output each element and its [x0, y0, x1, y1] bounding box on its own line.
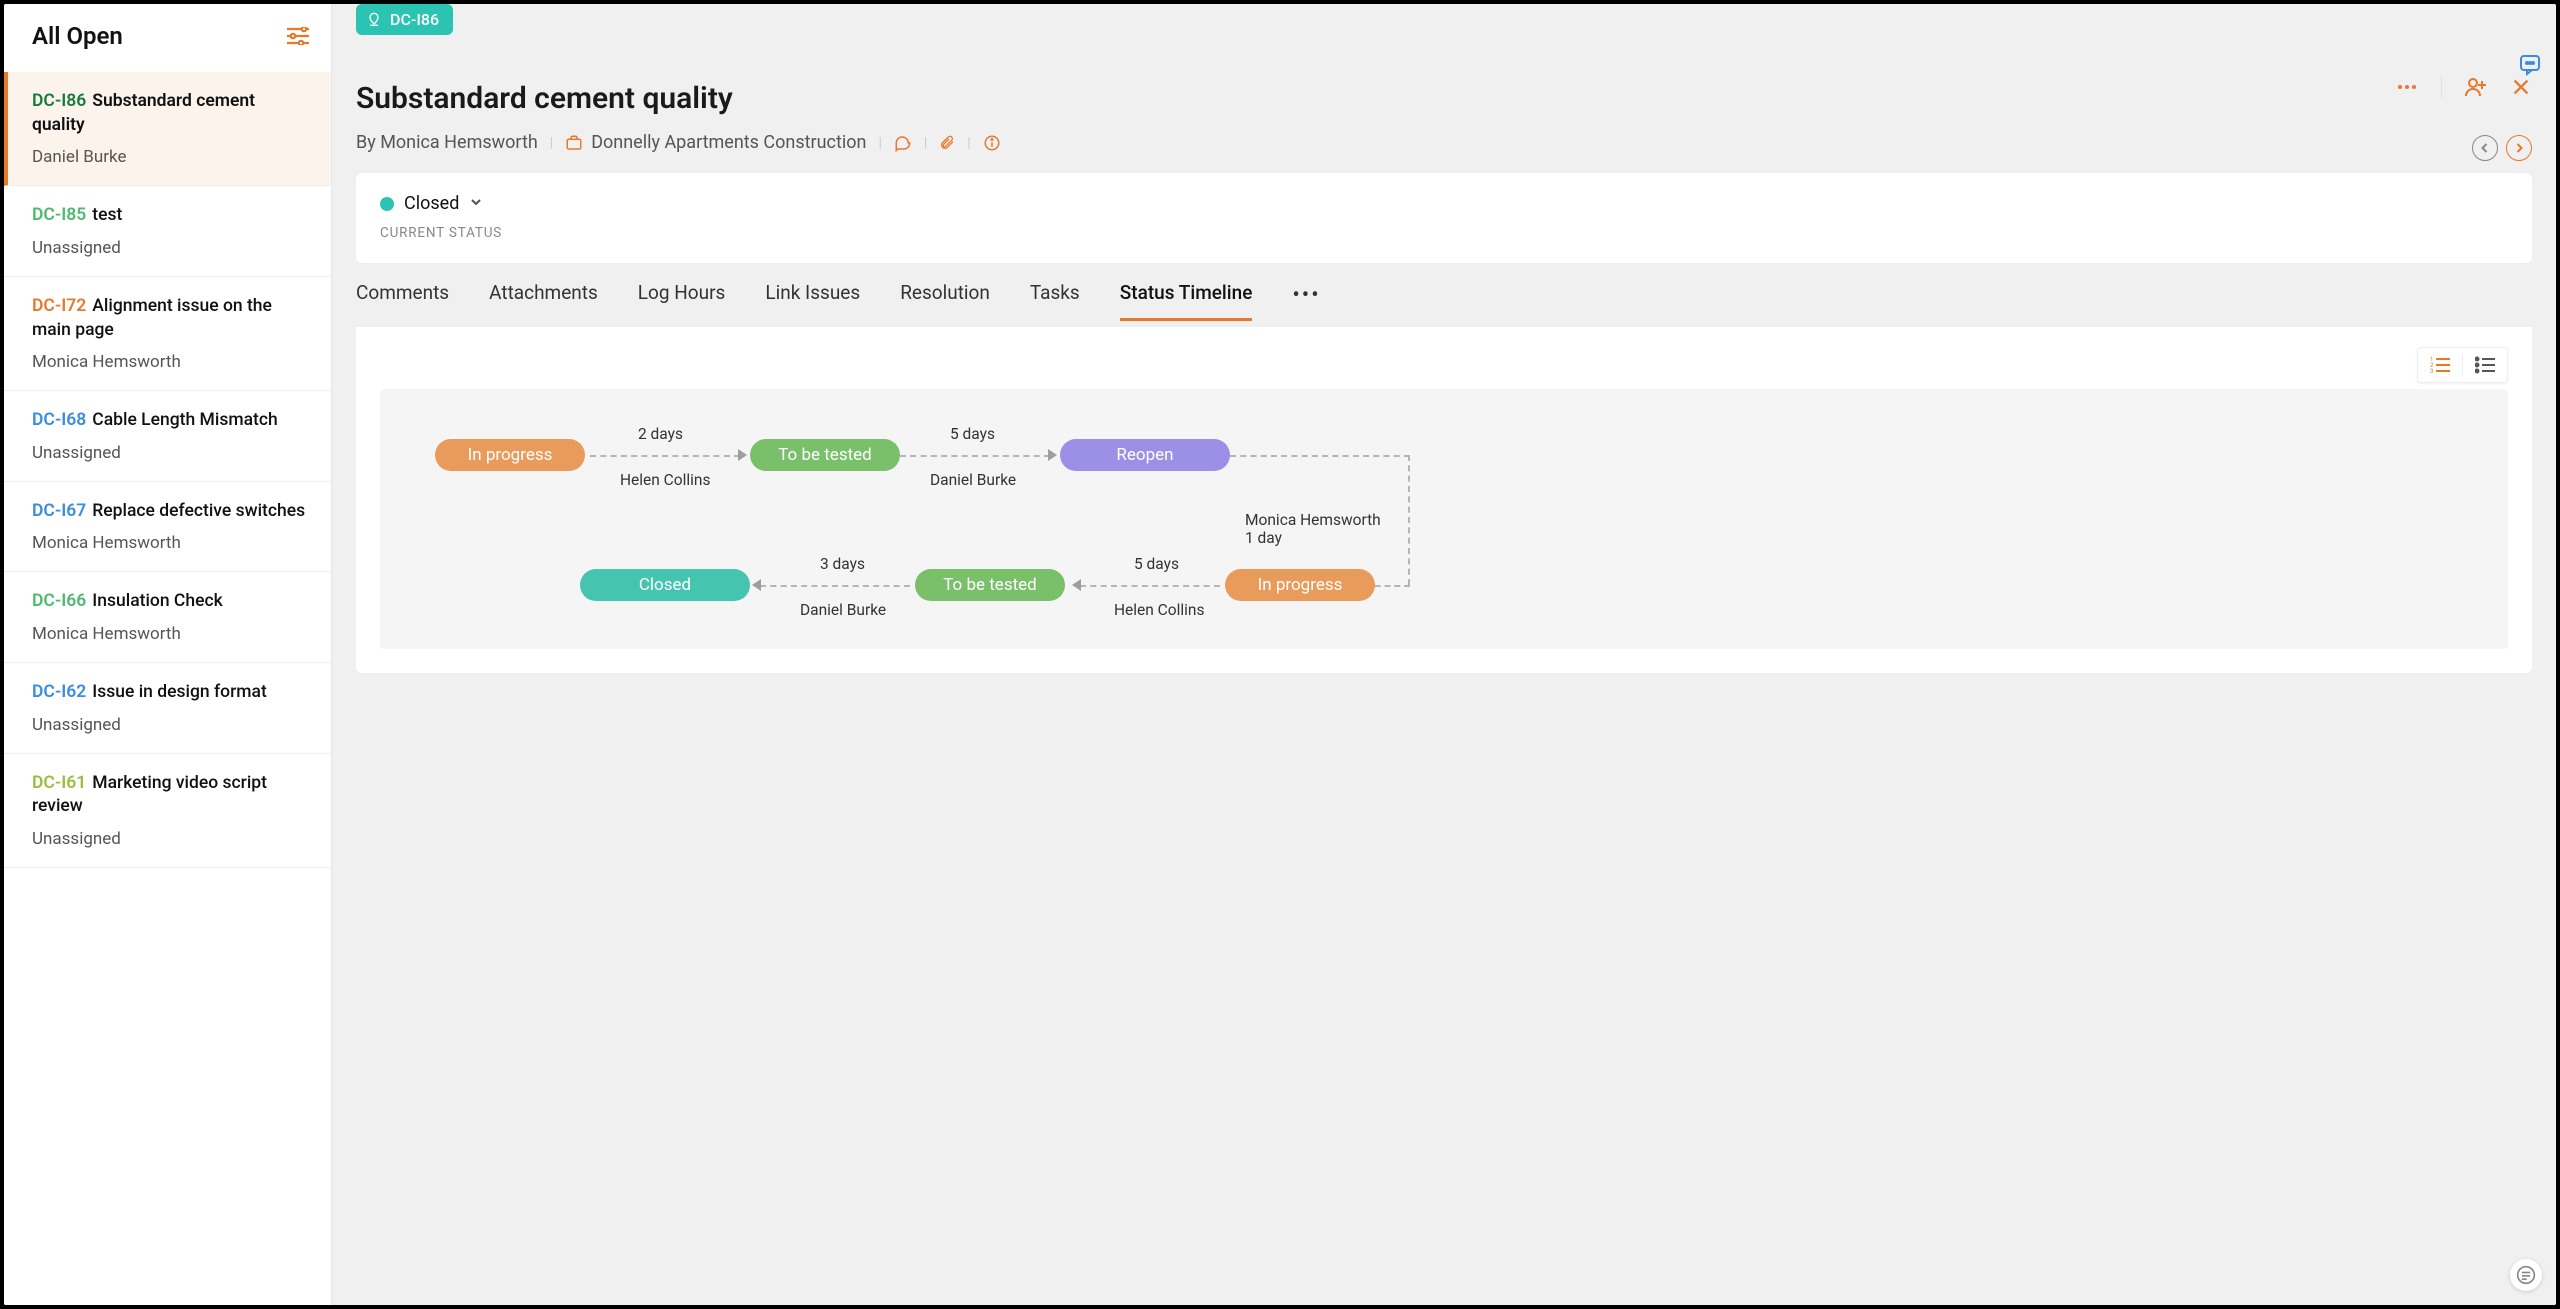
edge-duration: 5 days: [950, 425, 995, 443]
header-actions: [2395, 75, 2532, 99]
status-label: CURRENT STATUS: [380, 225, 2508, 241]
issue-title: Insulation Check: [92, 591, 222, 611]
issue-title: Substandard cement quality: [356, 81, 2532, 116]
notes-fab[interactable]: [2510, 1259, 2542, 1291]
tab-link-issues[interactable]: Link Issues: [765, 281, 860, 321]
issue-list-item[interactable]: DC-I85 test Unassigned: [4, 186, 331, 277]
tab-log-hours[interactable]: Log Hours: [638, 281, 726, 321]
issue-assignee: Unassigned: [32, 715, 309, 735]
issue-list-item[interactable]: DC-I86Substandard cement qualityDaniel B…: [4, 72, 331, 186]
issue-id-chip-text: DC-I86: [390, 10, 439, 29]
project-link[interactable]: Donnelly Apartments Construction: [565, 132, 866, 153]
issue-list-item[interactable]: DC-I66 Insulation Check Monica Hemsworth: [4, 572, 331, 663]
chat-icon[interactable]: [2518, 52, 2542, 80]
issue-title: test: [92, 205, 122, 225]
next-issue-button[interactable]: [2506, 135, 2532, 161]
edge-author: Daniel Burke: [800, 601, 886, 619]
issue-assignee: Daniel Burke: [32, 147, 309, 167]
issue-list-item[interactable]: DC-I72Alignment issue on the main pageMo…: [4, 277, 331, 391]
issue-id: DC-I72: [32, 296, 86, 316]
issue-id: DC-I62: [32, 682, 86, 702]
issue-author: By Monica Hemsworth: [356, 132, 538, 153]
status-timeline-panel: 123 In progress To be tested Reopen 2 da…: [356, 327, 2532, 673]
issue-list-item[interactable]: DC-I68 Cable Length Mismatch Unassigned: [4, 391, 331, 482]
sidebar-title: All Open: [32, 22, 123, 50]
issue-title: Issue in design format: [92, 682, 267, 702]
timeline-node-in-progress: In progress: [435, 439, 585, 471]
issue-id: DC-I61: [32, 773, 86, 793]
edge-duration: 1 day: [1245, 529, 1282, 547]
tab-comments[interactable]: Comments: [356, 281, 449, 321]
edge-duration: 5 days: [1134, 555, 1179, 573]
issue-list-item[interactable]: DC-I61Marketing video script reviewUnass…: [4, 754, 331, 868]
assign-user-button[interactable]: [2464, 75, 2488, 99]
issue-id: DC-I85: [32, 205, 86, 225]
issue-id-chip[interactable]: DC-I86: [356, 4, 453, 35]
tabs-more-button[interactable]: •••: [1292, 283, 1320, 318]
timeline-node-to-be-tested-2: To be tested: [915, 569, 1065, 601]
project-name: Donnelly Apartments Construction: [591, 132, 866, 153]
issue-detail-pane: DC-I86 Substandard cement quality By Mon…: [332, 4, 2556, 1305]
edge-duration: 3 days: [820, 555, 865, 573]
issue-id: DC-I86: [32, 91, 86, 111]
status-dropdown[interactable]: Closed: [380, 193, 483, 214]
issue-id: DC-I67: [32, 501, 86, 521]
timeline-node-in-progress-2: In progress: [1225, 569, 1375, 601]
status-color-dot: [380, 197, 394, 211]
timeline-canvas: In progress To be tested Reopen 2 days H…: [380, 389, 2508, 649]
timeline-node-closed: Closed: [580, 569, 750, 601]
prev-issue-button[interactable]: [2472, 135, 2498, 161]
issue-assignee: Unassigned: [32, 829, 309, 849]
issue-assignee: Monica Hemsworth: [32, 352, 309, 372]
issue-meta-row: By Monica Hemsworth | Donnelly Apartment…: [356, 132, 2532, 153]
issue-assignee: Monica Hemsworth: [32, 533, 309, 553]
issue-list-item[interactable]: DC-I62 Issue in design format Unassigned: [4, 663, 331, 754]
filter-button[interactable]: [287, 27, 309, 45]
tab-tasks[interactable]: Tasks: [1030, 281, 1080, 321]
timeline-view-toggle: 123: [2417, 347, 2508, 383]
bullet-view-button[interactable]: [2463, 348, 2507, 382]
issue-assignee: Unassigned: [32, 443, 309, 463]
edge-duration: 2 days: [638, 425, 683, 443]
issue-assignee: Monica Hemsworth: [32, 624, 309, 644]
detail-tabs: Comments Attachments Log Hours Link Issues R…: [332, 263, 2556, 321]
issue-list: DC-I86Substandard cement qualityDaniel B…: [4, 72, 331, 1305]
issue-title: Cable Length Mismatch: [92, 410, 277, 430]
timeline-node-reopen: Reopen: [1060, 439, 1230, 471]
more-actions-button[interactable]: [2395, 75, 2419, 99]
edge-author: Monica Hemsworth: [1245, 511, 1381, 529]
tab-attachments[interactable]: Attachments: [489, 281, 598, 321]
status-value: Closed: [404, 193, 459, 214]
chevron-down-icon: [469, 194, 483, 213]
info-icon[interactable]: [983, 134, 1001, 152]
status-card: Closed CURRENT STATUS: [356, 173, 2532, 263]
issue-assignee: Unassigned: [32, 238, 309, 258]
tab-status-timeline[interactable]: Status Timeline: [1120, 281, 1253, 321]
issue-id: DC-I68: [32, 410, 86, 430]
timeline-node-to-be-tested: To be tested: [750, 439, 900, 471]
issue-id: DC-I66: [32, 591, 86, 611]
edge-author: Helen Collins: [1114, 601, 1204, 619]
svg-text:3: 3: [2430, 368, 2433, 374]
issue-title: Replace defective switches: [92, 501, 305, 521]
comments-icon[interactable]: [894, 134, 912, 152]
ordered-view-button[interactable]: 123: [2418, 348, 2462, 382]
issue-list-item[interactable]: DC-I67 Replace defective switches Monica H…: [4, 482, 331, 573]
edge-author: Helen Collins: [620, 471, 710, 489]
attachments-icon[interactable]: [939, 134, 955, 152]
edge-author: Daniel Burke: [930, 471, 1016, 489]
issues-sidebar: All Open DC-I86Substandard cement qualit…: [4, 4, 332, 1305]
tab-resolution[interactable]: Resolution: [900, 281, 990, 321]
